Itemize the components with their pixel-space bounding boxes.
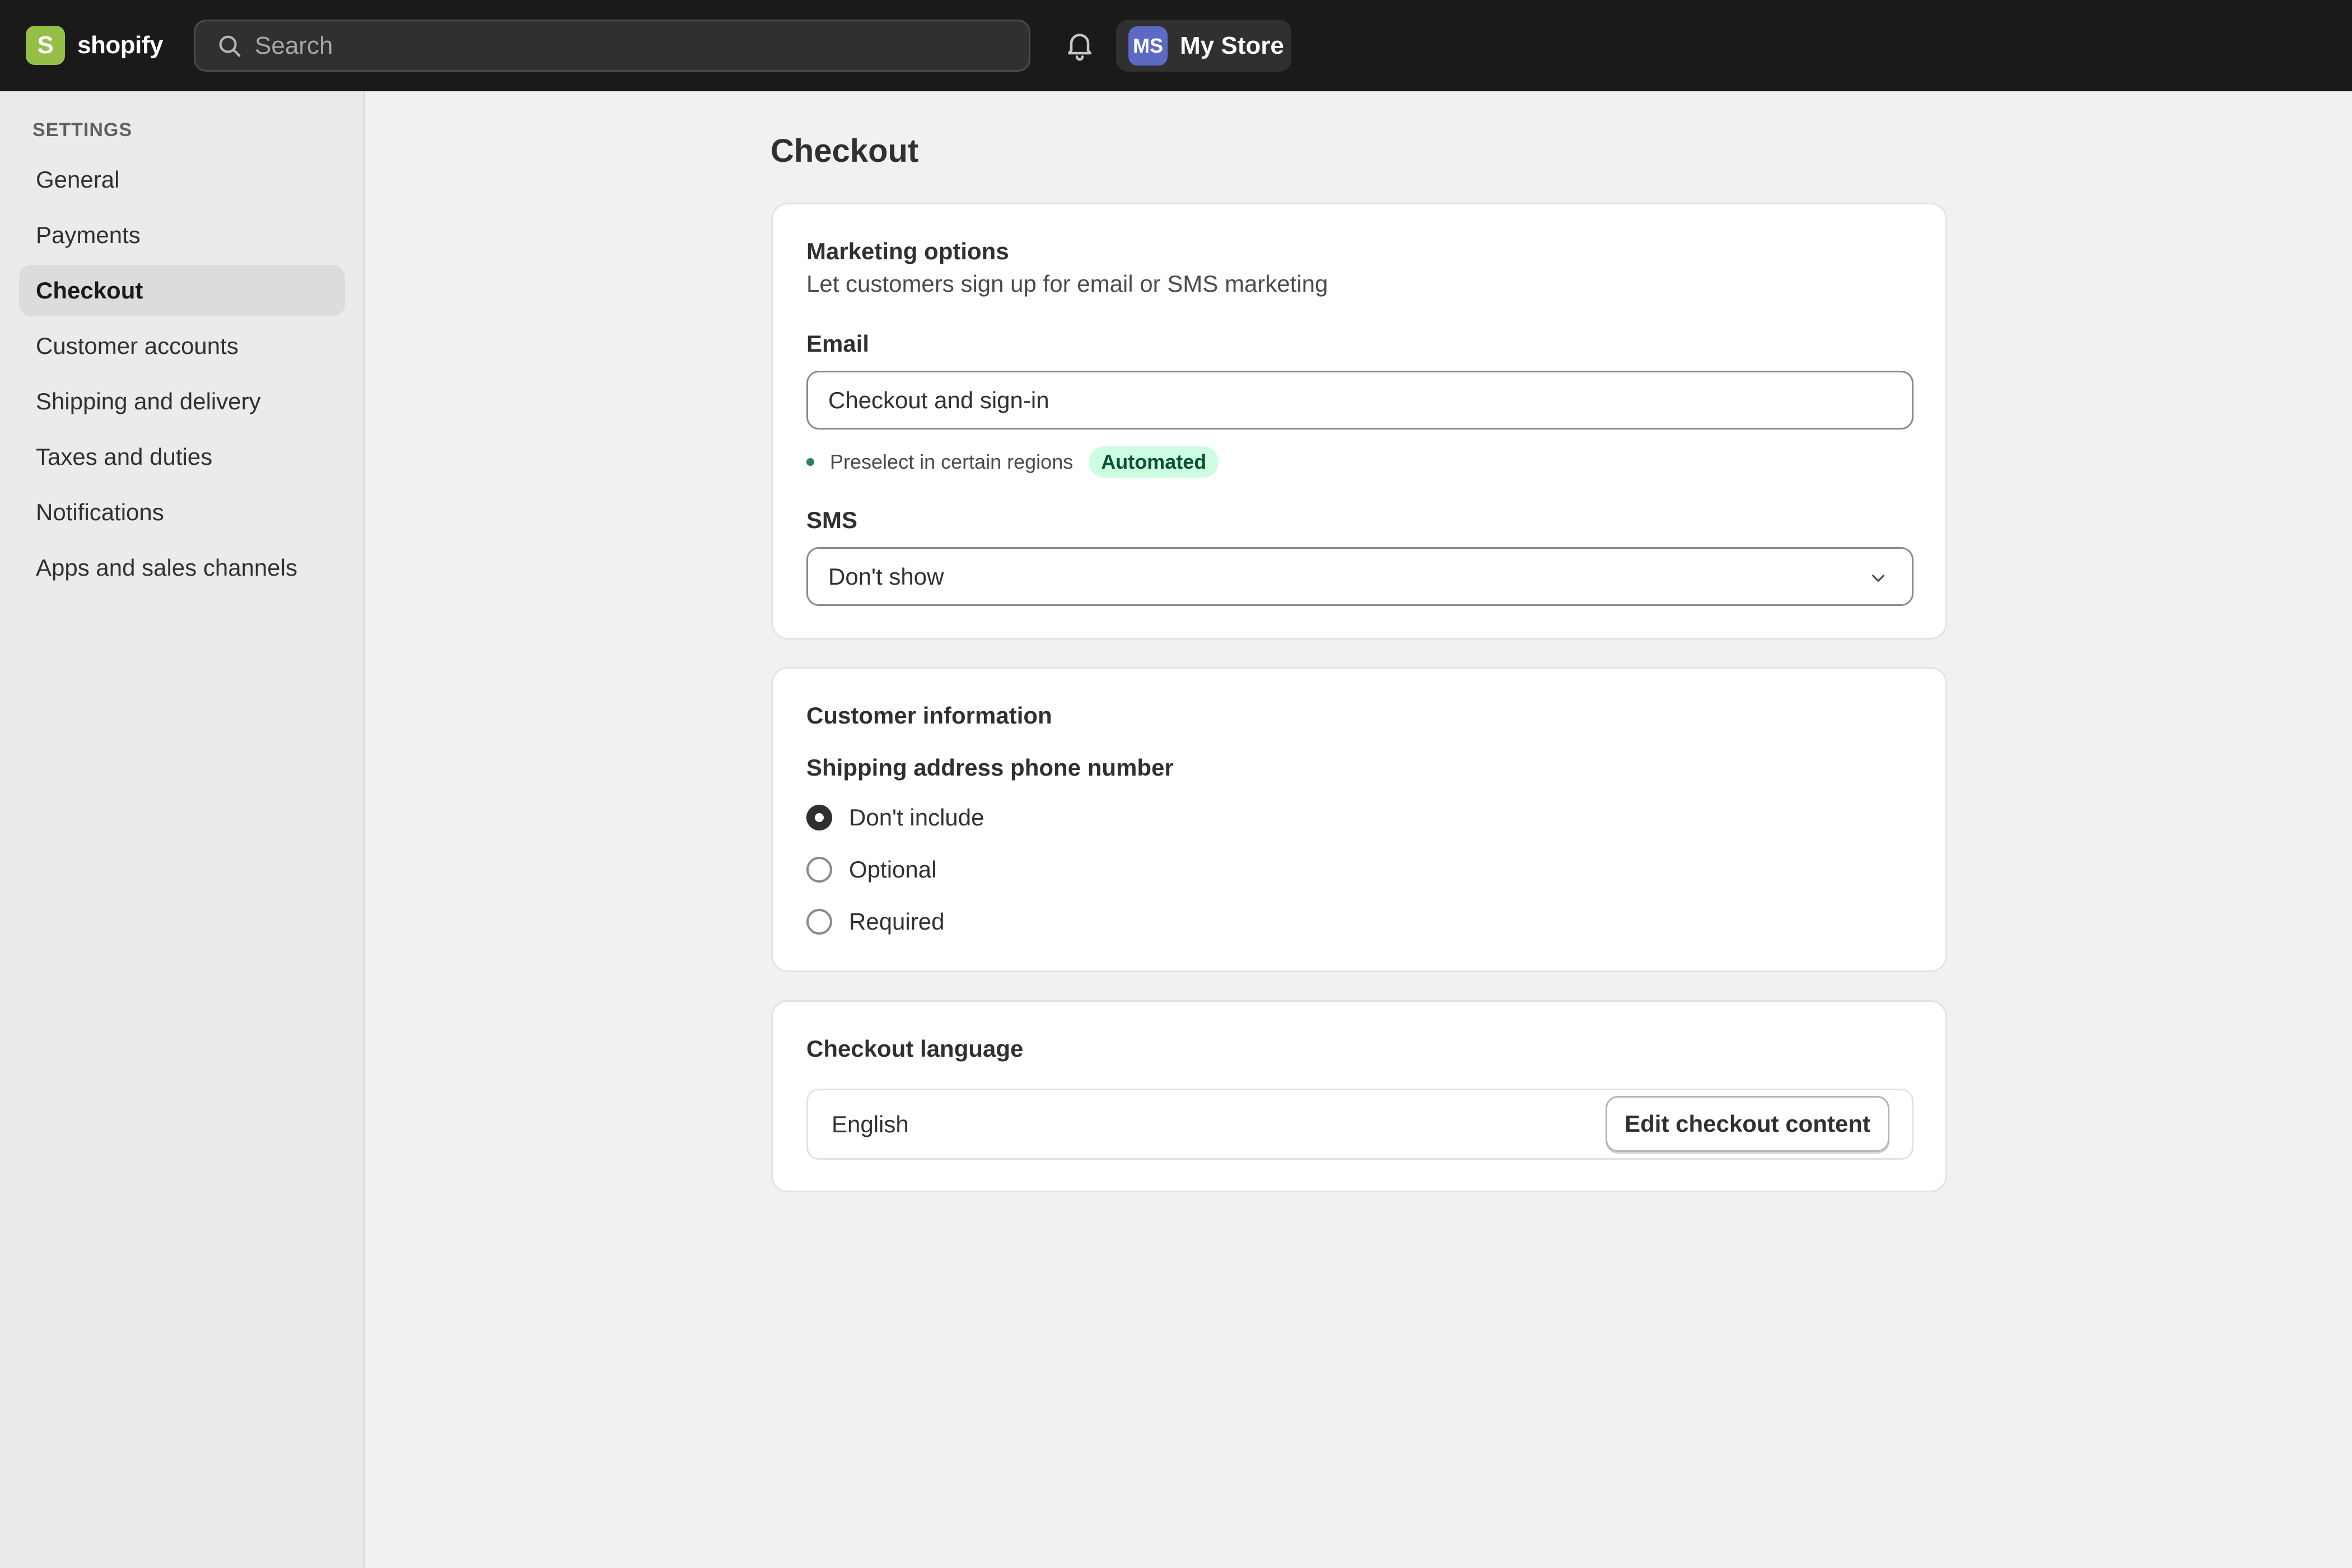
top-bar: S shopify MS My Store	[0, 0, 2352, 91]
radio-label: Optional	[849, 856, 937, 883]
page-title: Checkout	[771, 133, 919, 169]
phone-number-label: Shipping address phone number	[806, 754, 1174, 781]
radio-required[interactable]: Required	[806, 908, 944, 935]
radio-optional[interactable]: Optional	[806, 856, 936, 883]
sidebar-item-general[interactable]: General	[19, 154, 345, 206]
card-subtitle: Let customers sign up for email or SMS m…	[806, 270, 1328, 297]
sidebar-item-customer-accounts[interactable]: Customer accounts	[19, 320, 345, 372]
hint-text: Preselect in certain regions	[830, 450, 1074, 473]
card-title: Checkout language	[806, 1035, 1024, 1062]
brand[interactable]: S shopify	[26, 26, 163, 65]
radio-button[interactable]	[806, 909, 832, 935]
bell-icon[interactable]	[1063, 28, 1096, 62]
search-input[interactable]	[255, 31, 983, 60]
language-row: English Edit checkout content	[806, 1089, 1914, 1160]
brand-name: shopify	[77, 31, 163, 59]
sms-select-value: Don't show	[828, 563, 944, 590]
sidebar-item-shipping-and-delivery[interactable]: Shipping and delivery	[19, 376, 345, 427]
email-hint: Preselect in certain regions Automated	[806, 446, 1219, 478]
checkout-language-card: Checkout language English Edit checkout …	[771, 1000, 1947, 1192]
sidebar-item-payments[interactable]: Payments	[19, 209, 345, 261]
radio-button[interactable]	[806, 857, 832, 883]
shopify-logo-icon: S	[26, 26, 65, 65]
customer-information-card: Customer information Shipping address ph…	[771, 667, 1947, 972]
sidebar-item-checkout[interactable]: Checkout	[19, 265, 345, 316]
radio-label: Don't include	[849, 804, 984, 830]
sidebar-item-taxes-and-duties[interactable]: Taxes and duties	[19, 431, 345, 483]
search-bar[interactable]	[194, 20, 1030, 72]
settings-sidebar: SETTINGS General Payments Checkout Custo…	[0, 91, 365, 1568]
sms-label: SMS	[806, 507, 858, 533]
email-field[interactable]: Checkout and sign-in	[806, 371, 1914, 430]
card-title: Customer information	[806, 702, 1052, 729]
avatar: MS	[1128, 26, 1168, 66]
radio-label: Required	[849, 908, 945, 935]
status-dot	[806, 458, 814, 466]
status-badge: Automated	[1089, 446, 1219, 478]
radio-dont-include[interactable]: Don't include	[806, 804, 984, 831]
sms-select[interactable]: Don't show	[806, 547, 1914, 606]
search-icon	[219, 35, 241, 57]
chevron-down-icon	[1872, 575, 1884, 582]
radio-button[interactable]	[806, 805, 832, 830]
marketing-options-card: Marketing options Let customers sign up …	[771, 203, 1947, 640]
sidebar-item-apps-and-sales-channels[interactable]: Apps and sales channels	[19, 542, 345, 594]
settings-nav: General Payments Checkout Customer accou…	[19, 154, 345, 598]
store-name: My Store	[1180, 31, 1284, 59]
sidebar-item-notifications[interactable]: Notifications	[19, 487, 345, 538]
language-name: English	[832, 1110, 909, 1137]
edit-checkout-content-button[interactable]: Edit checkout content	[1606, 1096, 1889, 1152]
sidebar-heading: SETTINGS	[32, 119, 133, 141]
card-title: Marketing options	[806, 238, 1009, 264]
store-switcher[interactable]: MS My Store	[1116, 20, 1291, 72]
email-label: Email	[806, 330, 870, 357]
